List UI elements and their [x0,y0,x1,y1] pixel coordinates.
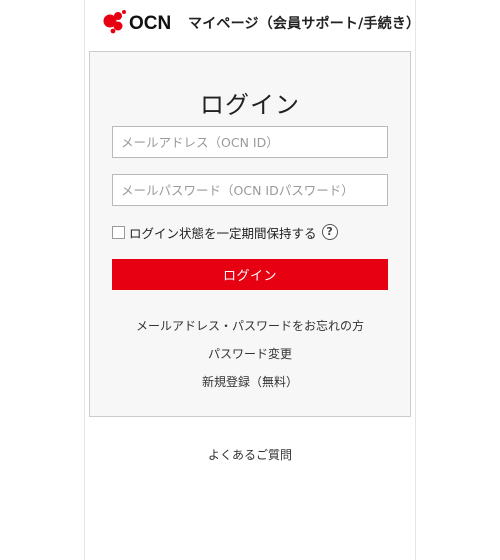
keep-logged-in-row: ログイン状態を一定期間保持する ? [112,222,338,242]
password-input[interactable] [112,174,388,206]
change-password-link[interactable]: パスワード変更 [90,345,410,362]
login-title: ログイン [200,91,300,119]
header-title: マイページ（会員サポート/手続き） [188,16,421,32]
help-icon[interactable]: ? [321,224,338,240]
email-input[interactable] [112,126,388,158]
page: OCN マイページ（会員サポート/手続き） ログイン ログイン状態を一定期間保持… [84,0,420,560]
login-button[interactable]: ログイン [112,259,388,290]
svg-text:OCN: OCN [129,13,171,34]
header: OCN マイページ（会員サポート/手続き） [85,0,420,44]
login-box: ログイン ログイン状態を一定期間保持する ? ログイン メールアドレス・パスワー… [89,51,411,417]
signup-link[interactable]: 新規登録（無料） [90,373,410,390]
forgot-link[interactable]: メールアドレス・パスワードをお忘れの方 [90,317,410,334]
faq-link[interactable]: よくあるご質問 [85,446,415,463]
keep-logged-in-checkbox[interactable] [112,225,125,239]
ocn-logo: OCN [101,9,183,35]
keep-logged-in-label[interactable]: ログイン状態を一定期間保持する [129,223,317,242]
